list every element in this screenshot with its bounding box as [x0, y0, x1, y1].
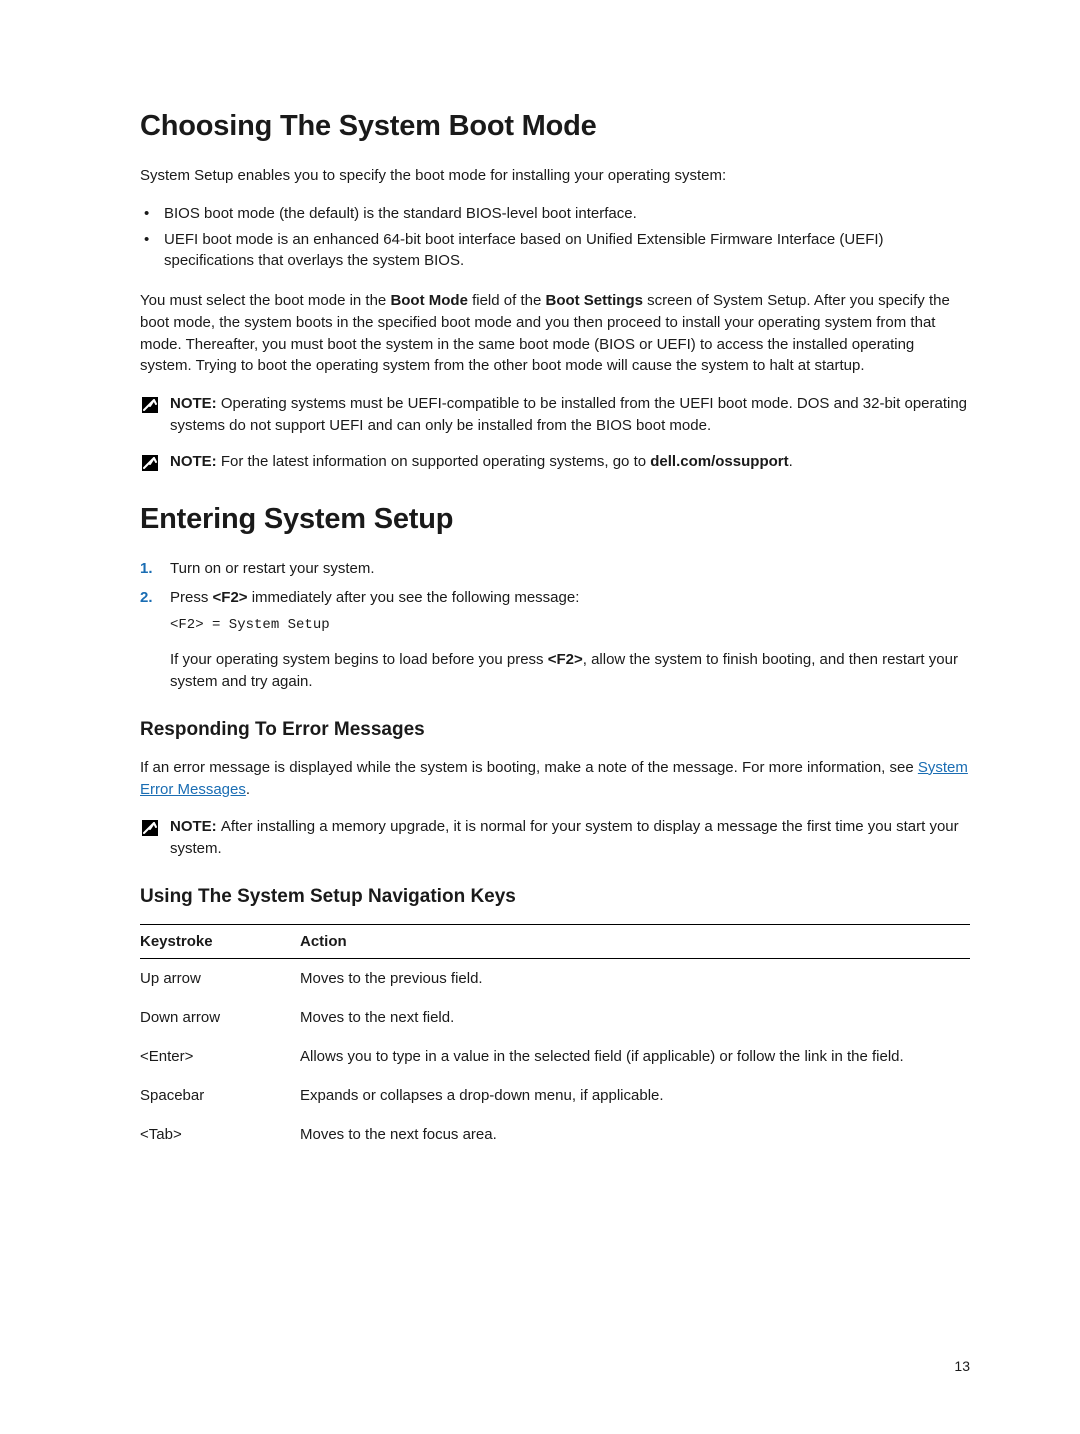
cell-keystroke: Up arrow: [140, 958, 300, 998]
text: .: [789, 453, 793, 470]
note-label: NOTE:: [170, 453, 221, 470]
text-bold: Boot Mode: [390, 292, 467, 309]
table-row: Spacebar Expands or collapses a drop-dow…: [140, 1076, 970, 1115]
table-row: Down arrow Moves to the next field.: [140, 998, 970, 1037]
text-bold: <F2>: [548, 651, 583, 668]
list-item: BIOS boot mode (the default) is the stan…: [140, 203, 970, 225]
cell-action: Moves to the previous field.: [300, 958, 970, 998]
list-item: UEFI boot mode is an enhanced 64-bit boo…: [140, 229, 970, 273]
note-icon: [140, 395, 160, 415]
note-icon: [140, 818, 160, 838]
step-item: Turn on or restart your system.: [140, 558, 970, 580]
step-item: Press <F2> immediately after you see the…: [140, 587, 970, 693]
text: You must select the boot mode in the: [140, 292, 390, 309]
note-text: NOTE: Operating systems must be UEFI-com…: [170, 393, 970, 437]
text-bold: dell.com/ossupport: [650, 453, 788, 470]
text: Press: [170, 589, 213, 606]
cell-action: Moves to the next field.: [300, 998, 970, 1037]
cell-keystroke: Down arrow: [140, 998, 300, 1037]
text: If your operating system begins to load …: [170, 651, 548, 668]
text: For the latest information on supported …: [221, 453, 650, 470]
text: After installing a memory upgrade, it is…: [170, 818, 959, 857]
note-icon: [140, 453, 160, 473]
table-header-keystroke: Keystroke: [140, 924, 300, 958]
text: If an error message is displayed while t…: [140, 759, 918, 776]
table-row: <Tab> Moves to the next focus area.: [140, 1115, 970, 1154]
error-paragraph: If an error message is displayed while t…: [140, 757, 970, 801]
table-row: <Enter> Allows you to type in a value in…: [140, 1037, 970, 1076]
intro-paragraph: System Setup enables you to specify the …: [140, 165, 970, 187]
table-header-action: Action: [300, 924, 970, 958]
note-label: NOTE:: [170, 818, 221, 835]
cell-action: Allows you to type in a value in the sel…: [300, 1037, 970, 1076]
note-uefi-compat: NOTE: Operating systems must be UEFI-com…: [140, 393, 970, 437]
navigation-keys-table: Keystroke Action Up arrow Moves to the p…: [140, 924, 970, 1154]
text: Operating systems must be UEFI-compatibl…: [170, 395, 967, 434]
cell-action: Moves to the next focus area.: [300, 1115, 970, 1154]
cell-keystroke: Spacebar: [140, 1076, 300, 1115]
note-ossupport: NOTE: For the latest information on supp…: [140, 451, 970, 473]
text: field of the: [468, 292, 546, 309]
text-bold: <F2>: [213, 589, 248, 606]
cell-action: Expands or collapses a drop-down menu, i…: [300, 1076, 970, 1115]
table-row: Up arrow Moves to the previous field.: [140, 958, 970, 998]
cell-keystroke: <Enter>: [140, 1037, 300, 1076]
text-bold: Boot Settings: [545, 292, 643, 309]
note-label: NOTE:: [170, 395, 221, 412]
note-text: NOTE: For the latest information on supp…: [170, 451, 793, 473]
heading-navigation-keys: Using The System Setup Navigation Keys: [140, 886, 970, 908]
heading-entering-system-setup: Entering System Setup: [140, 503, 970, 536]
boot-mode-explanation: You must select the boot mode in the Boo…: [140, 290, 970, 377]
text: immediately after you see the following …: [248, 589, 580, 606]
code-text: <F2> = System Setup: [170, 615, 970, 635]
heading-choosing-boot-mode: Choosing The System Boot Mode: [140, 110, 970, 143]
setup-steps: Turn on or restart your system. Press <F…: [140, 558, 970, 693]
note-text: NOTE: After installing a memory upgrade,…: [170, 816, 970, 860]
boot-mode-bullet-list: BIOS boot mode (the default) is the stan…: [140, 203, 970, 272]
heading-responding-errors: Responding To Error Messages: [140, 719, 970, 741]
cell-keystroke: <Tab>: [140, 1115, 300, 1154]
page-number: 13: [954, 1358, 970, 1374]
text: .: [246, 781, 250, 798]
note-memory-upgrade: NOTE: After installing a memory upgrade,…: [140, 816, 970, 860]
